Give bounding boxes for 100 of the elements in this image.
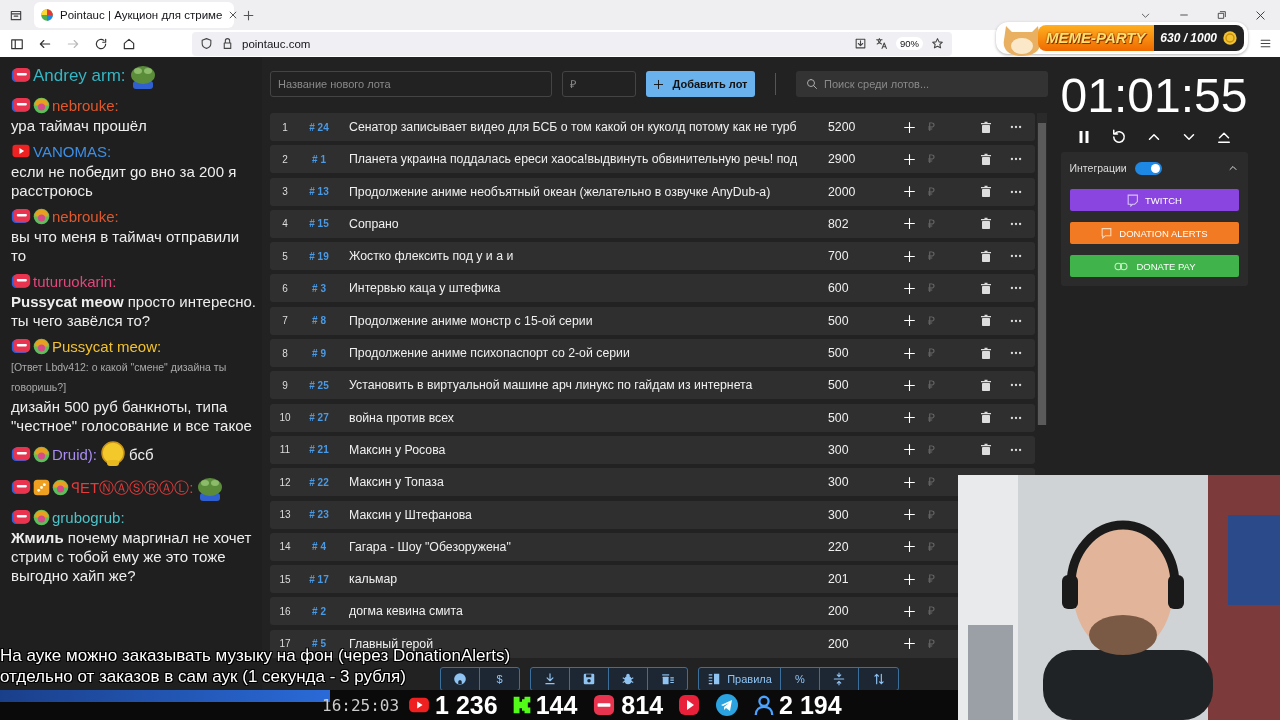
counter: 2 194 bbox=[779, 690, 842, 720]
live-badge-icon bbox=[11, 509, 31, 525]
lot-amount: 600 bbox=[827, 281, 850, 296]
lot-amount: 201 bbox=[827, 572, 850, 587]
rank-number: 14 bbox=[278, 541, 292, 553]
chat-message: дизайн 500 руб банкноты, типа "честное" голосование и все такое bbox=[11, 397, 253, 435]
integration-button[interactable]: TWITCH bbox=[1069, 189, 1239, 211]
rank-number: 11 bbox=[278, 444, 292, 456]
lot-id: # 5 bbox=[312, 638, 326, 650]
bid-field[interactable]: ₽ bbox=[928, 572, 942, 587]
lot-id: # 2 bbox=[311, 605, 327, 617]
chat-username: ꟼETⓃⒶⓈⓇⒶⓁ: bbox=[71, 477, 194, 497]
bid-field[interactable]: ₽ bbox=[928, 539, 942, 554]
browser-tab[interactable]: Pointauc | Аукцион для стриме bbox=[34, 2, 234, 28]
chat-message: Жмиль почему маргинал не хочет стрим с тобой ему же это тоже выгодно хайп же? bbox=[11, 528, 253, 585]
download-icon bbox=[543, 672, 557, 686]
plus-icon bbox=[902, 185, 916, 199]
lot-name: Продолжение аниме монстр с 15-ой серии bbox=[349, 313, 594, 328]
chat-message: бсб bbox=[129, 444, 154, 464]
add-lot-button[interactable]: Добавить лот bbox=[646, 71, 755, 97]
countdown-timer: 01:01:55 bbox=[1060, 72, 1248, 120]
address-bar[interactable]: pointauc.com 90% bbox=[192, 31, 952, 56]
lot-amount: 200 bbox=[827, 604, 850, 619]
lot-name: Продолжение аниме необъятный океан (желательно в озвучке AnyDub-а) bbox=[349, 184, 772, 199]
plus-icon bbox=[902, 282, 916, 295]
rank-number: 10 bbox=[278, 412, 292, 424]
close-icon[interactable] bbox=[1255, 9, 1266, 21]
lot-id: # 21 bbox=[308, 444, 330, 456]
lot-id: # 4 bbox=[311, 541, 327, 553]
tab-list-icon[interactable] bbox=[9, 8, 23, 22]
search-field[interactable]: Поиск среди лотов... bbox=[796, 71, 1048, 97]
plus-icon bbox=[902, 540, 916, 554]
plus-icon bbox=[902, 604, 916, 618]
new-tab-icon[interactable] bbox=[242, 8, 255, 22]
avatar-icon bbox=[52, 478, 69, 496]
telegram-icon bbox=[715, 693, 740, 717]
bid-field[interactable]: ₽ bbox=[928, 249, 942, 264]
lot-name: Гагара - Шоу "Обезоружена" bbox=[349, 539, 512, 554]
lot-name: война против всех bbox=[349, 410, 455, 425]
bid-field[interactable]: ₽ bbox=[928, 378, 942, 393]
save-icon bbox=[582, 672, 596, 686]
trash-icon bbox=[980, 378, 992, 392]
bid-field[interactable]: ₽ bbox=[928, 184, 942, 199]
live-badge-icon bbox=[11, 338, 31, 354]
bid-field[interactable]: ₽ bbox=[928, 442, 942, 457]
lot-name: Сопрано bbox=[349, 216, 400, 231]
lot-name: Продолжение аниме психопаспорт со 2-ой серии bbox=[349, 346, 631, 361]
lot-id: # 23 bbox=[308, 509, 330, 521]
scrollbar[interactable] bbox=[1037, 113, 1047, 425]
bid-field[interactable]: ₽ bbox=[928, 120, 942, 134]
bid-field[interactable]: ₽ bbox=[928, 152, 942, 167]
rank-number: 8 bbox=[281, 347, 289, 359]
close-icon[interactable] bbox=[228, 10, 239, 20]
live-badge-icon bbox=[11, 208, 31, 224]
bid-field[interactable]: ₽ bbox=[928, 313, 942, 328]
toolbar-button[interactable]: $ bbox=[480, 668, 519, 690]
speech-bubble-icon bbox=[1100, 226, 1114, 240]
lot-amount: 300 bbox=[827, 507, 850, 522]
lot-amount: 500 bbox=[827, 313, 850, 328]
bid-field[interactable]: ₽ bbox=[928, 410, 942, 425]
lot-name: кальмар bbox=[349, 572, 399, 587]
trash-icon bbox=[980, 443, 992, 457]
score-text: 630 / 1000 bbox=[1160, 31, 1217, 45]
bid-field[interactable]: ₽ bbox=[928, 604, 942, 619]
lot-id: # 17 bbox=[308, 573, 330, 585]
bid-field[interactable]: ₽ bbox=[928, 636, 942, 651]
star-icon[interactable] bbox=[931, 37, 944, 50]
list-icon bbox=[707, 672, 722, 686]
lot-amount: 300 bbox=[827, 475, 850, 490]
trash-icon bbox=[980, 249, 992, 263]
maximize-icon[interactable] bbox=[1217, 10, 1227, 20]
reload-icon[interactable] bbox=[94, 36, 108, 51]
zoom-level[interactable]: 90% bbox=[896, 37, 923, 50]
lot-name-field[interactable]: Название нового лота bbox=[270, 71, 552, 97]
lot-name: Максин у Штефанова bbox=[349, 507, 473, 522]
bid-field[interactable]: ₽ bbox=[928, 281, 942, 296]
plus-icon bbox=[902, 378, 916, 392]
bid-field[interactable]: ₽ bbox=[928, 346, 942, 361]
chat-username: tuturuokarin: bbox=[33, 271, 117, 291]
bid-field[interactable]: ₽ bbox=[928, 216, 942, 231]
bid-field[interactable]: ₽ bbox=[928, 475, 942, 490]
lot-amount: 2000 bbox=[827, 184, 857, 199]
lot-id: # 25 bbox=[308, 379, 330, 391]
search-icon bbox=[806, 78, 818, 90]
reset-button[interactable] bbox=[1110, 128, 1128, 146]
plus-icon bbox=[902, 120, 916, 134]
menu-icon[interactable] bbox=[1259, 37, 1272, 50]
lot-id: # 19 bbox=[308, 250, 330, 262]
lot-id: # 27 bbox=[308, 412, 330, 424]
amount-field[interactable]: ₽ bbox=[562, 71, 636, 97]
download-icon[interactable] bbox=[854, 37, 867, 50]
toggle-switch[interactable] bbox=[1134, 161, 1162, 175]
bid-field[interactable]: ₽ bbox=[928, 507, 942, 522]
translate-icon[interactable] bbox=[875, 37, 888, 50]
lot-amount: 200 bbox=[827, 636, 850, 651]
home-icon[interactable] bbox=[122, 36, 136, 51]
rank-number: 9 bbox=[281, 379, 289, 391]
chat-username: Andrey arm: bbox=[33, 65, 126, 85]
sidebar-icon[interactable] bbox=[10, 36, 24, 51]
chat-message: вы что меня в таймач отправили то bbox=[11, 227, 241, 265]
